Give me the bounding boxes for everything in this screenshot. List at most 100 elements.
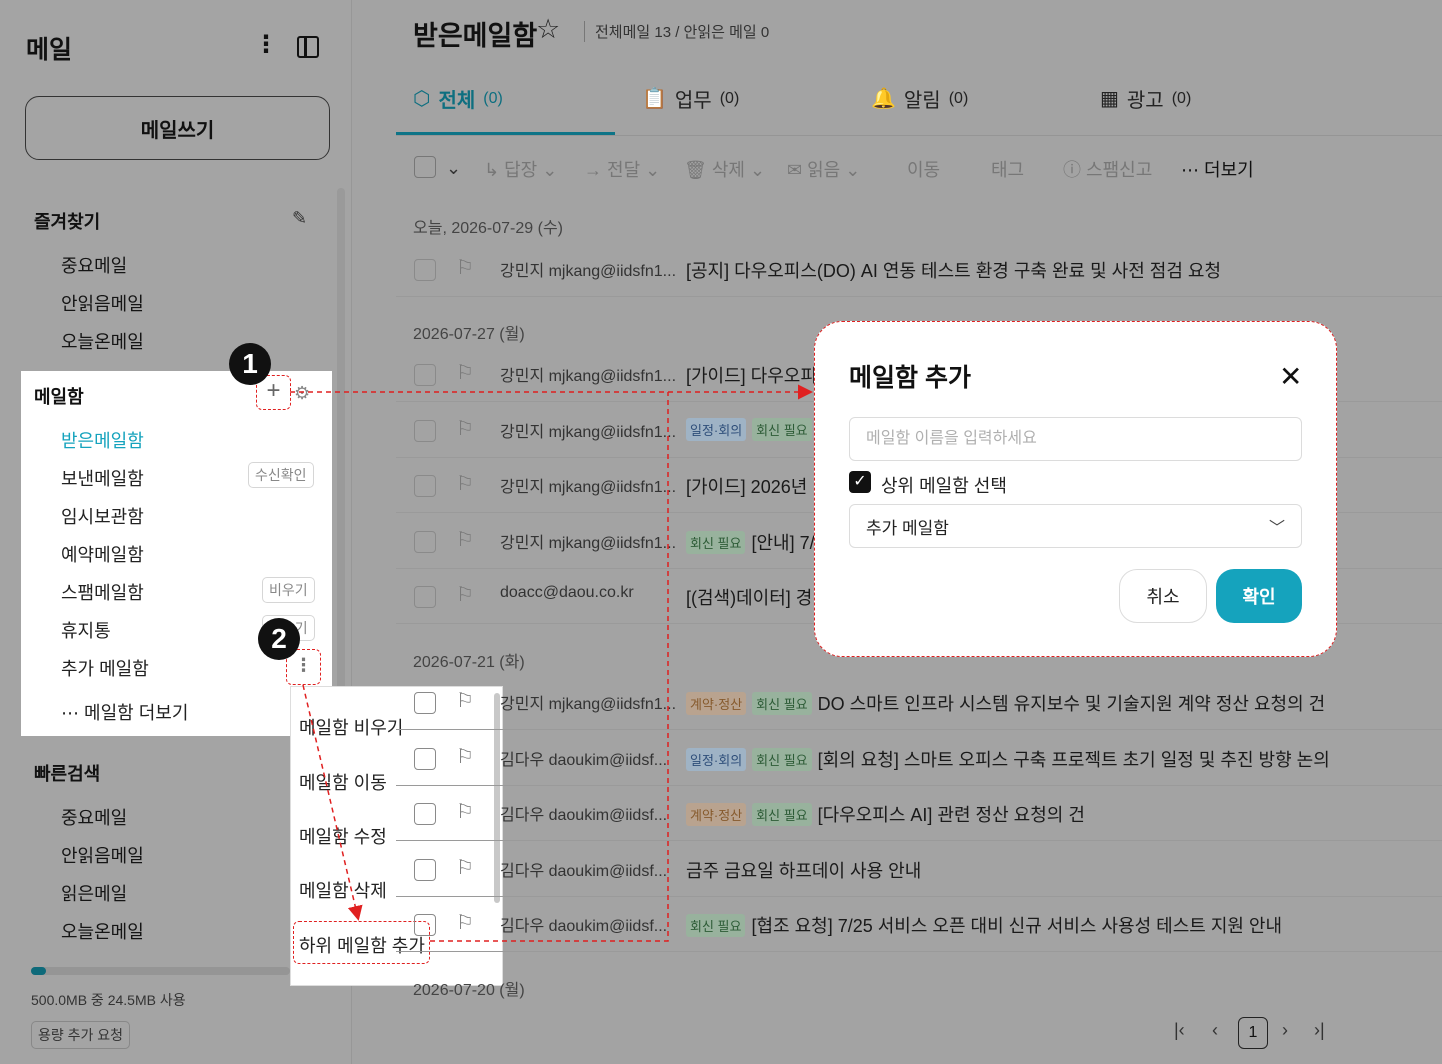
flag-icon[interactable]: ⚐ bbox=[456, 799, 474, 824]
reply-button[interactable]: ↳ 답장 ⌄ bbox=[484, 156, 557, 182]
row-checkbox[interactable] bbox=[414, 364, 436, 386]
table-row[interactable]: ⚐ 김다우 daoukim@iidsf... 계약·정산 회신 필요 [다우오피스 AI… bbox=[396, 786, 1442, 841]
select-all-checkbox[interactable] bbox=[414, 156, 436, 178]
flag-icon[interactable]: ⚐ bbox=[456, 855, 474, 880]
mailbox-item-custom[interactable]: 추가 메일함 bbox=[61, 655, 149, 681]
flag-icon[interactable]: ⚐ bbox=[456, 910, 474, 935]
mailbox-item-spam[interactable]: 스팸메일함 bbox=[61, 579, 144, 605]
delete-button[interactable]: 🗑 삭제 ⌄ bbox=[684, 156, 765, 182]
mailbox-item-trash[interactable]: 휴지통 bbox=[61, 617, 111, 643]
parent-mailbox-select[interactable]: 추가 메일함 ﹀ bbox=[849, 504, 1302, 548]
read-button[interactable]: ✉ 읽음 ⌄ bbox=[787, 156, 860, 182]
current-page[interactable]: 1 bbox=[1238, 1017, 1268, 1049]
edit-pencil-icon[interactable]: ✎ bbox=[292, 208, 307, 229]
row-subject[interactable]: 회신 필요 [협조 요청] 7/25 서비스 오픈 대비 신규 서비스 사용성 테… bbox=[686, 912, 1282, 938]
parent-mailbox-checkbox[interactable]: ✓ bbox=[849, 471, 871, 493]
flag-icon[interactable]: ⚐ bbox=[456, 527, 474, 552]
row-subject[interactable]: 계약·정산 회신 필요 DO 스마트 인프라 시스템 유지보수 및 기술지원 계약 … bbox=[686, 690, 1325, 716]
row-subject[interactable]: [(검색)데이터] 경 bbox=[686, 584, 812, 610]
prev-page-icon[interactable]: ‹ bbox=[1212, 1020, 1218, 1041]
quick-item-unread[interactable]: 안읽음메일 bbox=[61, 842, 144, 868]
mail-tag: 회신 필요 bbox=[752, 418, 812, 441]
mailbox-more-label: 메일함 더보기 bbox=[84, 703, 189, 723]
forward-button[interactable]: → 전달 ⌄ bbox=[584, 156, 660, 182]
row-checkbox[interactable] bbox=[414, 586, 436, 608]
row-checkbox[interactable] bbox=[414, 748, 436, 770]
tab-divider bbox=[396, 135, 1442, 136]
next-page-icon[interactable]: › bbox=[1282, 1020, 1288, 1041]
quick-item-today[interactable]: 오늘온메일 bbox=[61, 918, 144, 944]
spam-report-button[interactable]: ⓘ 스팸신고 bbox=[1063, 156, 1152, 182]
mailbox-item-scheduled[interactable]: 예약메일함 bbox=[61, 541, 144, 567]
row-checkbox[interactable] bbox=[414, 475, 436, 497]
flag-icon[interactable]: ⚐ bbox=[456, 744, 474, 769]
table-row[interactable]: ⚐ 강민지 mjkang@iidsfn1... [공지] 다우오피스(DO) AI … bbox=[396, 242, 1442, 297]
select-dropdown-chevron-icon[interactable]: ⌄ bbox=[446, 158, 461, 179]
more-button[interactable]: ⋯ 더보기 bbox=[1181, 156, 1254, 182]
row-subject[interactable]: 회신 필요 [안내] 7/ bbox=[686, 529, 815, 555]
row-subject[interactable]: 일정·회의 회신 필요 bbox=[686, 418, 818, 441]
row-checkbox[interactable] bbox=[414, 692, 436, 714]
row-subject[interactable]: [가이드] 2026년 bbox=[686, 473, 807, 499]
close-icon[interactable]: ✕ bbox=[1279, 360, 1302, 393]
row-subject[interactable]: 금주 금요일 하프데이 사용 안내 bbox=[686, 857, 921, 883]
row-subject[interactable]: 계약·정산 회신 필요 [다우오피스 AI] 관련 정산 요청의 건 bbox=[686, 801, 1085, 827]
table-row[interactable]: ⚐ 김다우 daoukim@iidsf... 일정·회의 회신 필요 [회의 요청] 스… bbox=[396, 731, 1442, 786]
row-checkbox[interactable] bbox=[414, 859, 436, 881]
mailbox-item-sent[interactable]: 보낸메일함 bbox=[61, 465, 144, 491]
compose-button[interactable]: 메일쓰기 bbox=[25, 96, 330, 160]
star-icon[interactable]: ☆ bbox=[536, 14, 560, 45]
row-checkbox[interactable] bbox=[414, 803, 436, 825]
move-button[interactable]: 이동 bbox=[907, 156, 940, 182]
row-subject[interactable]: [공지] 다우오피스(DO) AI 연동 테스트 환경 구축 완료 및 사전 점… bbox=[686, 257, 1221, 283]
cube-icon: ⬡ bbox=[413, 88, 431, 110]
tab-all[interactable]: ⬡ 전체 (0) bbox=[413, 84, 503, 113]
trash-icon: 🗑 bbox=[684, 160, 712, 180]
menu-item-edit[interactable]: 메일함 수정 bbox=[299, 823, 387, 849]
tab-alerts[interactable]: 🔔 알림 (0) bbox=[871, 84, 968, 113]
menu-item-empty[interactable]: 메일함 비우기 bbox=[299, 714, 403, 740]
cancel-button[interactable]: 취소 bbox=[1119, 569, 1207, 623]
mail-tag: 회신 필요 bbox=[686, 530, 746, 554]
first-page-icon[interactable]: |‹ bbox=[1174, 1020, 1185, 1041]
row-subject[interactable]: 일정·회의 회신 필요 [회의 요청] 스마트 오피스 구축 프로젝트 초기 일정 … bbox=[686, 746, 1330, 772]
sidebar-toggle-icon[interactable] bbox=[297, 36, 319, 58]
favorite-item-today[interactable]: 오늘온메일 bbox=[61, 328, 144, 354]
tab-work[interactable]: 📋 업무 (0) bbox=[642, 84, 739, 113]
read-receipt-badge[interactable]: 수신확인 bbox=[248, 462, 314, 488]
flag-icon[interactable]: ⚐ bbox=[456, 255, 474, 280]
flag-icon[interactable]: ⚐ bbox=[456, 582, 474, 607]
favorite-item-important[interactable]: 중요메일 bbox=[61, 252, 127, 278]
mailbox-item-drafts[interactable]: 임시보관함 bbox=[61, 503, 144, 529]
storage-request-button[interactable]: 용량 추가 요청 bbox=[31, 1021, 131, 1049]
tab-ads[interactable]: ▦ 광고 (0) bbox=[1100, 84, 1191, 113]
tag-button[interactable]: 태그 bbox=[991, 156, 1024, 182]
more-vertical-icon[interactable]: ⋮ bbox=[254, 33, 278, 60]
table-row[interactable]: ⚐ 김다우 daoukim@iidsf... 금주 금요일 하프데이 사용 안내 bbox=[396, 842, 1442, 897]
row-subject[interactable]: [가이드] 다우오피스 bbox=[686, 362, 833, 388]
favorite-item-unread[interactable]: 안읽음메일 bbox=[61, 290, 144, 316]
row-checkbox[interactable] bbox=[414, 420, 436, 442]
mailbox-item-inbox[interactable]: 받은메일함 bbox=[61, 427, 144, 453]
gear-icon[interactable]: ⚙ bbox=[294, 383, 310, 404]
reply-label: 답장 bbox=[504, 160, 538, 180]
menu-item-move[interactable]: 메일함 이동 bbox=[299, 769, 387, 795]
mailbox-name-input[interactable] bbox=[849, 417, 1302, 461]
last-page-icon[interactable]: ›| bbox=[1314, 1020, 1325, 1041]
flag-icon[interactable]: ⚐ bbox=[456, 360, 474, 385]
confirm-button[interactable]: 확인 bbox=[1216, 569, 1302, 623]
quick-item-important[interactable]: 중요메일 bbox=[61, 804, 127, 830]
row-checkbox[interactable] bbox=[414, 531, 436, 553]
quick-item-read[interactable]: 읽은메일 bbox=[61, 880, 127, 906]
row-checkbox[interactable] bbox=[414, 914, 436, 936]
flag-icon[interactable]: ⚐ bbox=[456, 471, 474, 496]
table-row[interactable]: ⚐ 강민지 mjkang@iidsfn1... 계약·정산 회신 필요 DO 스마트 인… bbox=[396, 675, 1442, 730]
table-row[interactable]: ⚐ 김다우 daoukim@iidsf... 회신 필요 [협조 요청] 7/25 서… bbox=[396, 897, 1442, 952]
mailbox-more-link[interactable]: ⋯ 메일함 더보기 bbox=[61, 699, 188, 725]
flag-icon[interactable]: ⚐ bbox=[456, 416, 474, 441]
modal-title: 메일함 추가 bbox=[849, 364, 971, 392]
empty-spam-badge[interactable]: 비우기 bbox=[262, 577, 315, 603]
menu-item-delete[interactable]: 메일함 삭제 bbox=[299, 877, 387, 903]
row-checkbox[interactable] bbox=[414, 259, 436, 281]
flag-icon[interactable]: ⚐ bbox=[456, 688, 474, 713]
